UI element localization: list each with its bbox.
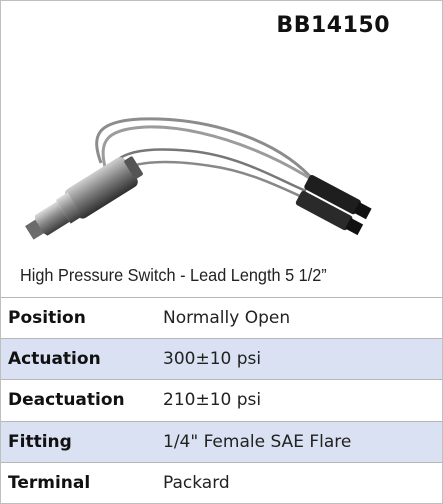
spec-value: 300±10 psi (163, 349, 262, 370)
spec-row-deactuation: Deactuation 210±10 psi (1, 379, 442, 420)
spec-value: 1/4" Female SAE Flare (163, 431, 352, 452)
spec-row-position: Position Normally Open (1, 297, 442, 338)
spec-row-actuation: Actuation 300±10 psi (1, 338, 442, 380)
spec-row-terminal: Terminal Packard (1, 461, 442, 503)
spec-label: Fitting (8, 431, 72, 452)
part-number: BB14150 (276, 13, 390, 38)
spec-label: Position (8, 308, 86, 329)
spec-value: 210±10 psi (163, 390, 262, 411)
spec-label: Deactuation (8, 390, 125, 411)
product-card: BB14150 High Pressure Switch - Lead Leng… (0, 0, 443, 504)
spec-table: Position Normally Open Actuation 300±10 … (1, 297, 442, 503)
spec-value: Packard (163, 472, 230, 493)
spec-label: Actuation (8, 349, 101, 370)
spec-label: Terminal (8, 472, 91, 493)
spec-value: Normally Open (163, 308, 291, 329)
pressure-switch-icon (25, 117, 372, 240)
spec-row-fitting: Fitting 1/4" Female SAE Flare (1, 420, 442, 462)
product-caption: High Pressure Switch - Lead Length 5 1/2… (20, 265, 327, 285)
